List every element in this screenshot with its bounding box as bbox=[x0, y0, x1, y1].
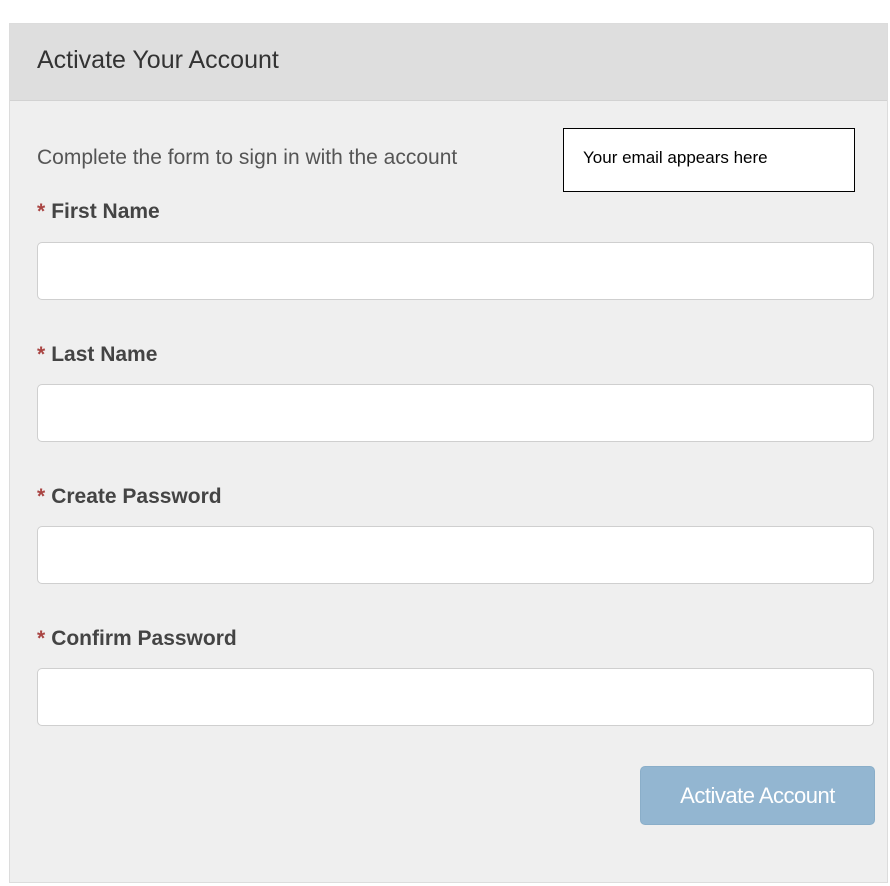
required-marker: * bbox=[37, 485, 46, 508]
create-password-label-text: Create Password bbox=[51, 485, 222, 508]
activate-account-button[interactable]: Activate Account bbox=[640, 766, 875, 825]
email-callout: Your email appears here bbox=[563, 128, 855, 192]
confirm-password-label-text: Confirm Password bbox=[51, 627, 237, 650]
last-name-input[interactable] bbox=[37, 384, 874, 442]
last-name-label-text: Last Name bbox=[51, 343, 158, 366]
required-marker: * bbox=[37, 343, 46, 366]
panel-title: Activate Your Account bbox=[37, 45, 279, 74]
first-name-label: * First Name bbox=[37, 200, 160, 224]
create-password-label: * Create Password bbox=[37, 485, 222, 509]
required-marker: * bbox=[37, 200, 46, 223]
intro-text: Complete the form to sign in with the ac… bbox=[37, 146, 458, 169]
first-name-label-text: First Name bbox=[51, 200, 160, 223]
activate-account-panel: Activate Your Account Complete the form … bbox=[9, 23, 888, 883]
confirm-password-input[interactable] bbox=[37, 668, 874, 726]
required-marker: * bbox=[37, 627, 46, 650]
confirm-password-label: * Confirm Password bbox=[37, 627, 237, 651]
create-password-input[interactable] bbox=[37, 526, 874, 584]
panel-header: Activate Your Account bbox=[10, 24, 887, 101]
first-name-input[interactable] bbox=[37, 242, 874, 300]
last-name-label: * Last Name bbox=[37, 343, 157, 367]
